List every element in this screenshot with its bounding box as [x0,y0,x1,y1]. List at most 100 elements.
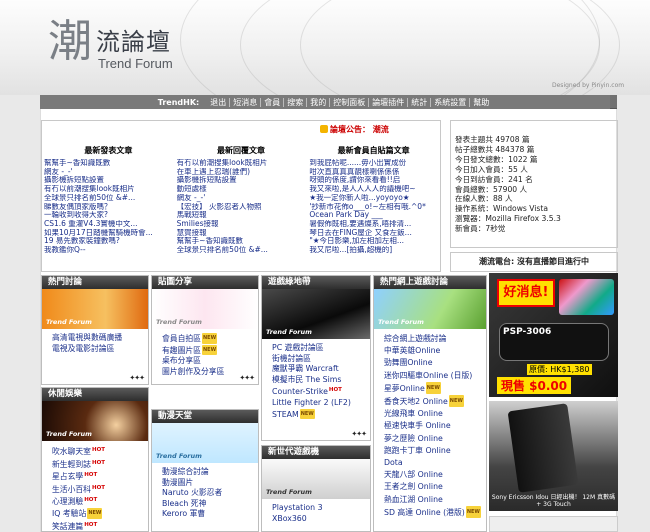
forum-link[interactable]: PC 遊戲討論區 [272,343,370,354]
forum-link[interactable]: 極速快車手 Online [384,420,486,432]
logo-mark[interactable]: 潮 [48,20,92,64]
logo-title[interactable]: 流論壇 [96,22,171,57]
forum-link[interactable]: 電視及電影討論區 [52,344,148,355]
nav-my[interactable]: 我的 [306,97,329,107]
forum-link[interactable]: 勁舞團Online [384,357,486,369]
forum-link[interactable]: 生活小百科HOT [52,483,148,496]
forum-link[interactable]: 王者之劍 Online [384,481,486,493]
forum-link[interactable]: XBox360 [272,514,370,525]
forum-link[interactable]: 動漫綜合討論 [162,467,258,478]
nav-help[interactable]: 幫助 [469,97,492,107]
nav-system-settings[interactable]: 系統設置 [430,97,469,107]
nav-messages[interactable]: 短消息 [229,97,260,107]
post-link[interactable]: 我教鑑你Q-- [44,246,173,255]
forum-link[interactable]: 魔獸爭霸 Warcraft [272,364,370,375]
nav-logout[interactable]: 退出 [207,98,229,107]
post-link[interactable]: 我又尼啦...[拍攝,超機的] [309,246,438,255]
forum-link[interactable]: 星占玄學HOT [52,470,148,483]
post-link[interactable]: 馬戰短報 [177,211,306,220]
forum-link[interactable]: Keroro 軍曹 [162,509,258,520]
forum-link[interactable]: Naruto 火影忍者 [162,488,258,499]
nav-plugins[interactable]: 論壇插件 [368,97,407,107]
post-link[interactable]: 如果10月17日踏機幫騎機時會... [44,229,173,238]
post-link[interactable]: 一輪收到收得大家? [44,211,173,220]
forum-link[interactable]: 熱血江湖 Online [384,494,486,506]
forum-link[interactable]: 迷你四驅車Online (日版) [384,370,486,382]
post-link[interactable]: 琴日去在FING屋企 又食左飯... [309,229,438,238]
post-link[interactable]: 有冇以前潮搜集look既相片 [44,185,173,194]
forum-link[interactable]: STEAM NEW [272,408,370,421]
forum-link[interactable]: Dota [384,457,486,469]
nav-members[interactable]: 會員 [260,97,283,107]
post-link[interactable]: 我又來啦,是人人人人的議機吧~ [309,185,438,194]
panel-title[interactable]: 貼圖分享 [152,276,258,289]
forum-link[interactable]: 有趣圖片區 NEW [162,344,258,357]
announcement-text[interactable]: 論壇公告： 潮流 [330,125,389,134]
panel-title[interactable]: 新世代遊戲機 [262,446,370,459]
forum-link[interactable]: 模擬市民 The Sims [272,375,370,386]
forum-link[interactable]: SD 高達 Online (港版) NEW [384,505,486,519]
nav-search[interactable]: 搜索 [283,97,306,107]
post-link[interactable]: "★今日影樂,加左相加左相... [309,237,438,246]
nav-control-panel[interactable]: 控制面板 [329,97,368,107]
post-link[interactable]: 網友 -_-' [177,194,306,203]
post-link[interactable]: CS1.6 重灌V4.3實機中文... [44,220,173,229]
forum-link[interactable]: 星夢Online NEW [384,381,486,395]
post-link[interactable]: 到我屁帖呢......毋小出實成份 [309,159,438,168]
panel-title[interactable]: 動漫天堂 [152,410,258,423]
forum-link[interactable]: Playstation 3 [272,503,370,514]
forum-link[interactable]: 吹水聊天室HOT [52,445,148,458]
forum-link[interactable]: Bleach 死神 [162,499,258,510]
post-link[interactable]: 慧賀接報 [177,229,306,238]
post-link[interactable]: 【宏技】 火影忍者人物照 [177,203,306,212]
post-link[interactable]: ★我一定你新人啦...yoyoyo★ [309,194,438,203]
post-link[interactable]: 動短處樣 [177,185,306,194]
post-link[interactable]: 19 易先數家裝鐘數嗎? [44,237,173,246]
psp-ad-banner[interactable]: 好消息! PSP-3006 原價: HK$1,380 現售 $0.00 [489,273,618,397]
forum-link[interactable]: Counter-StrikeHOT [272,385,370,398]
post-link[interactable]: 幫幫手~香知識既數 [44,159,173,168]
post-link[interactable]: 攝影機拆短點設置 [177,176,306,185]
post-link[interactable]: 有冇以前潮搜集look既相片 [177,159,306,168]
post-link[interactable]: 幫幫手~香知識既數 [177,237,306,246]
post-link[interactable]: 呀頭的係度,謂你來看看!!启 [309,176,438,185]
post-link[interactable]: 暑假佈既相,要遇燦系,唔排清... [309,220,438,229]
forum-link[interactable]: 光線飛車 Online [384,408,486,420]
announcement[interactable]: 論壇公告： 潮流 [320,124,389,135]
post-link[interactable]: '抄新市花佈o___o!~左相有哦.^0* [309,203,438,212]
forum-link[interactable]: 動漫圖片 [162,478,258,489]
stat-line-new-member[interactable]: 新會員：7秒觉 [455,224,617,234]
post-link[interactable]: 攝影機拆短點設置 [44,176,173,185]
forum-link[interactable]: IQ 考驗站 NEW [52,507,148,520]
panel-title[interactable]: 休閒娛樂 [42,388,148,401]
more-icon[interactable]: ✦✦✦ [239,374,255,382]
more-icon[interactable]: ✦✦✦ [129,374,145,382]
ad-placeholder[interactable] [489,516,618,532]
panel-title[interactable]: 遊戲綠地帶 [262,276,370,289]
post-link[interactable]: 全球景只排名前50位 &#... [177,246,306,255]
forum-link[interactable]: Little Fighter 2 (LF2) [272,398,370,409]
panel-title[interactable]: 熱門網上遊戲討論 [374,276,486,289]
post-link[interactable]: Smilies接報 [177,220,306,229]
post-link[interactable]: 網友 -_-' [44,168,173,177]
forum-link[interactable]: 中華英雄Online [384,345,486,357]
forum-link[interactable]: 街機討論區 [272,354,370,365]
forum-link[interactable]: 香食天地2 Online NEW [384,395,486,408]
forum-link[interactable]: 笑話連篇HOT [52,520,148,532]
forum-link[interactable]: 心理測驗HOT [52,495,148,508]
forum-link[interactable]: 天龍八部 Online [384,469,486,481]
forum-link[interactable]: 綜合網上遊戲討論 [384,333,486,345]
forum-link[interactable]: 新生輕到誌HOT [52,458,148,471]
post-link[interactable]: Ocean Park Day ___ [309,211,438,220]
nav-stats[interactable]: 統計 [407,97,430,107]
more-icon[interactable]: ✦✦✦ [351,430,367,438]
post-link[interactable]: 睇數友偶頂家版嗎？ [44,203,173,212]
forum-link[interactable]: 夢之歷險 Online [384,433,486,445]
forum-link[interactable]: 桌布分享區 [162,356,258,367]
phone-ad-banner[interactable]: Sony Ericsson Idou 日經出機！ 12M 真數碼 + 3G To… [489,401,618,511]
post-link[interactable]: 咁次直真真真靚樣喇係係係 [309,168,438,177]
forum-link[interactable]: 高清電視與數碼廣播 [52,333,148,344]
forum-link[interactable]: 跑跑卡丁車 Online [384,445,486,457]
panel-title[interactable]: 熱門討論 [42,276,148,289]
forum-link[interactable]: 會員自拍區 NEW [162,333,258,345]
